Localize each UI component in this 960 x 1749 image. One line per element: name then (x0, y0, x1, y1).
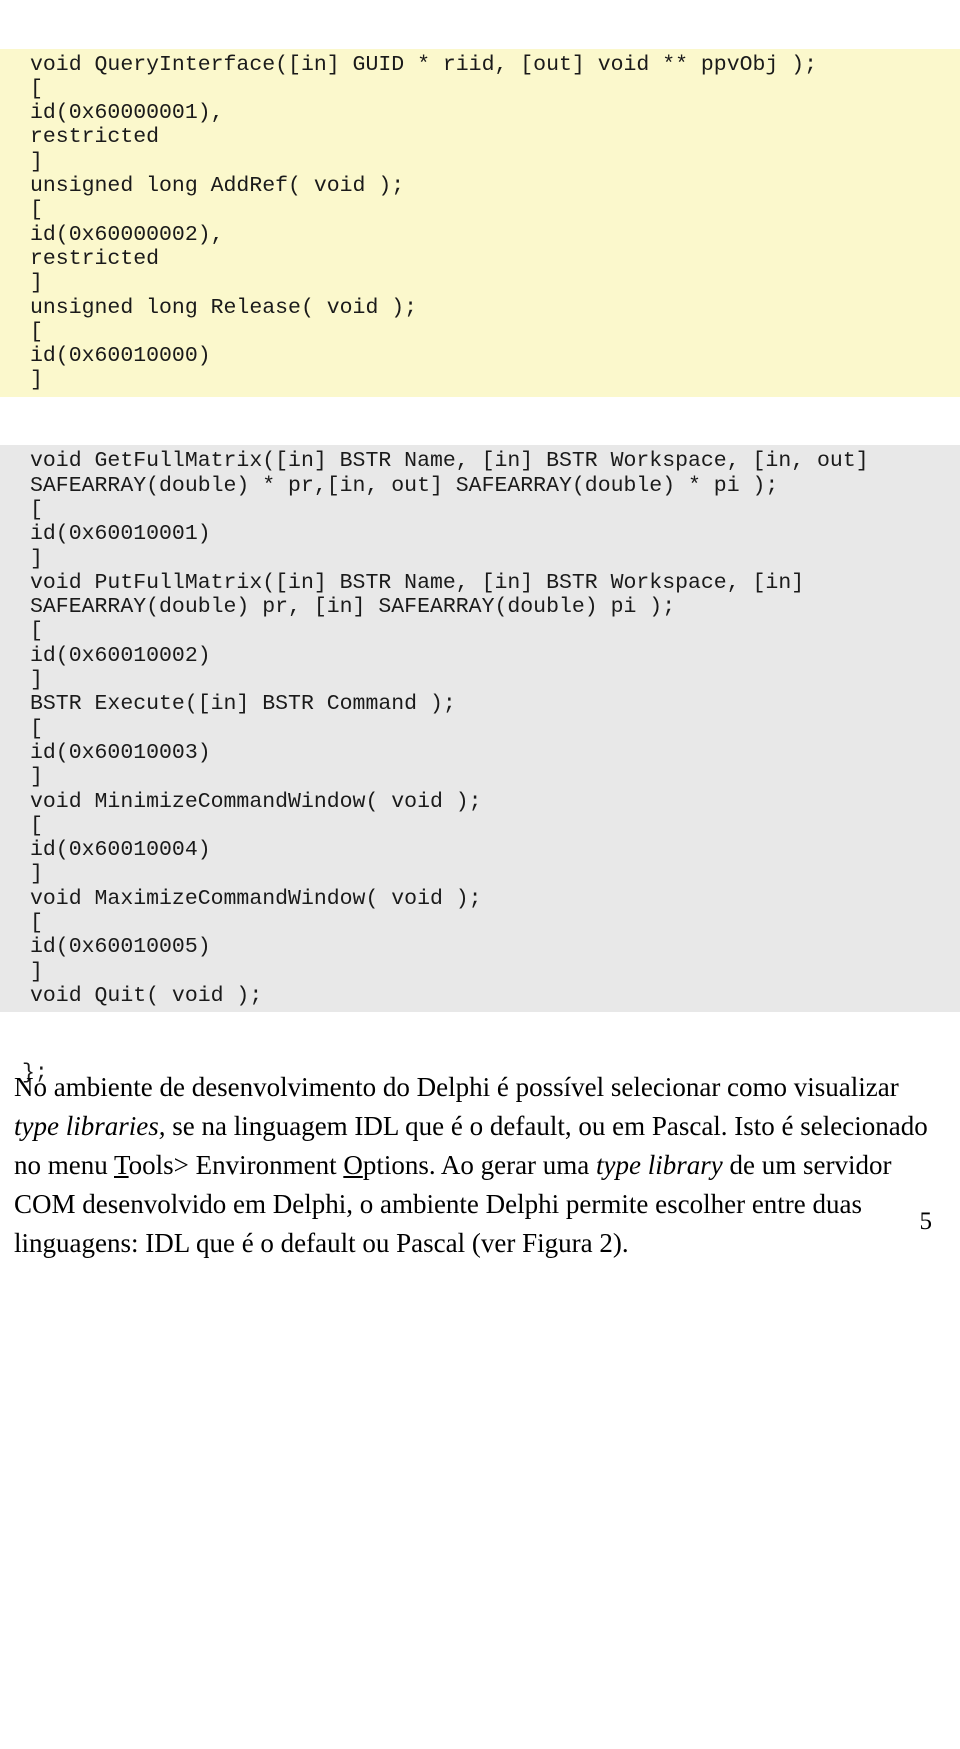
code-listing: void QueryInterface([in] GUID * riid, [o… (0, 0, 960, 1134)
code-line: [ (30, 76, 43, 101)
document-page: void QueryInterface([in] GUID * riid, [o… (0, 0, 960, 1749)
paragraph-text: ptions. Ao gerar uma (362, 1150, 597, 1180)
italic-text: type library (596, 1150, 723, 1180)
code-line: void MinimizeCommandWindow( void ); (30, 789, 482, 814)
code-line: BSTR Execute([in] BSTR Command ); (30, 692, 456, 717)
code-line: [ (30, 716, 43, 741)
code-line: restricted (30, 125, 160, 150)
code-line: ] (30, 765, 43, 790)
code-line: id(0x60010003) (30, 740, 211, 765)
code-line: id(0x60010000) (30, 344, 211, 369)
code-line: void GetFullMatrix([in] BSTR Name, [in] … (30, 449, 882, 498)
code-line: void PutFullMatrix([in] BSTR Name, [in] … (30, 570, 818, 620)
code-line: unsigned long AddRef( void ); (30, 174, 405, 199)
code-line: ] (30, 149, 43, 174)
paragraph-text: No ambiente de desenvolvimento do Delphi… (14, 1072, 899, 1102)
code-line: [ (30, 497, 43, 522)
code-line: unsigned long Release( void ); (30, 295, 418, 320)
code-line: id(0x60000002), (30, 222, 224, 247)
italic-text: type libraries, (14, 1111, 166, 1141)
code-line: ] (30, 271, 43, 296)
code-line: id(0x60010002) (30, 643, 211, 668)
code-line: ] (30, 368, 43, 393)
code-block-gray: void GetFullMatrix([in] BSTR Name, [in] … (0, 445, 960, 1013)
code-line: void Quit( void ); (30, 983, 263, 1008)
underlined-mnemonic: T (114, 1150, 129, 1180)
code-line: [ (30, 319, 43, 344)
code-line: [ (30, 619, 43, 644)
code-line: restricted (30, 246, 160, 271)
code-line: ] (30, 959, 43, 984)
code-block-yellow: void QueryInterface([in] GUID * riid, [o… (0, 48, 960, 397)
code-line: id(0x60010001) (30, 522, 211, 547)
code-line: id(0x60010004) (30, 838, 211, 863)
code-line: id(0x60010005) (30, 935, 211, 960)
code-line: [ (30, 813, 43, 838)
code-line: id(0x60000001), (30, 101, 224, 126)
code-line: void QueryInterface([in] GUID * riid, [o… (30, 52, 818, 77)
body-paragraph: No ambiente de desenvolvimento do Delphi… (14, 1068, 932, 1263)
code-line: void MaximizeCommandWindow( void ); (30, 886, 482, 911)
code-line: ] (30, 862, 43, 887)
underlined-mnemonic: O (343, 1150, 363, 1180)
code-line: [ (30, 910, 43, 935)
paragraph-text: ools> Environment (128, 1150, 344, 1180)
code-line: ] (30, 668, 43, 693)
page-number: 5 (919, 1208, 933, 1235)
code-line: [ (30, 198, 43, 223)
code-line: ] (30, 546, 43, 571)
